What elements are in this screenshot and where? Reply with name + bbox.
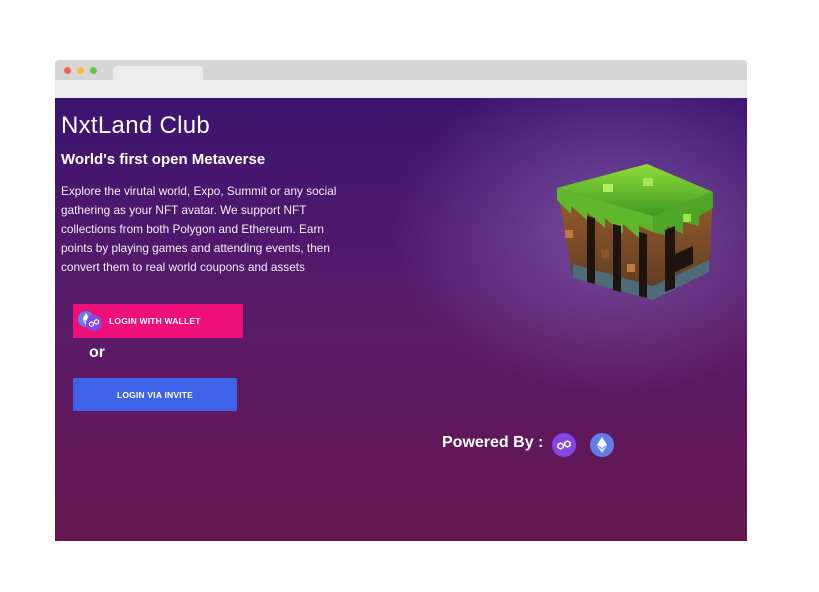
page-subtitle: World's first open Metaverse — [61, 151, 266, 168]
browser-tab[interactable] — [113, 66, 203, 80]
powered-by-label: Powered By : — [442, 434, 544, 451]
ethereum-icon — [590, 433, 614, 457]
browser-toolbar — [55, 80, 747, 99]
login-with-wallet-button[interactable]: LOGIN WITH WALLET — [73, 304, 243, 338]
browser-window: NxtLand Club World's first open Metavers… — [55, 60, 747, 541]
wallet-chains-icon — [78, 311, 102, 331]
login-via-invite-button[interactable]: LOGIN VIA INVITE — [73, 378, 237, 411]
login-with-wallet-label: LOGIN WITH WALLET — [109, 316, 201, 326]
page-title: NxtLand Club — [61, 112, 211, 139]
page-viewport: NxtLand Club World's first open Metavers… — [55, 98, 747, 541]
page-description: Explore the virutal world, Expo, Summit … — [61, 184, 337, 274]
nxtland-cube-logo — [557, 164, 713, 300]
minimize-window-icon[interactable] — [77, 67, 84, 74]
browser-tab-bar — [55, 60, 747, 80]
close-window-icon[interactable] — [64, 67, 71, 74]
or-separator: or — [89, 344, 105, 361]
polygon-icon — [552, 433, 576, 457]
maximize-window-icon[interactable] — [90, 67, 97, 74]
